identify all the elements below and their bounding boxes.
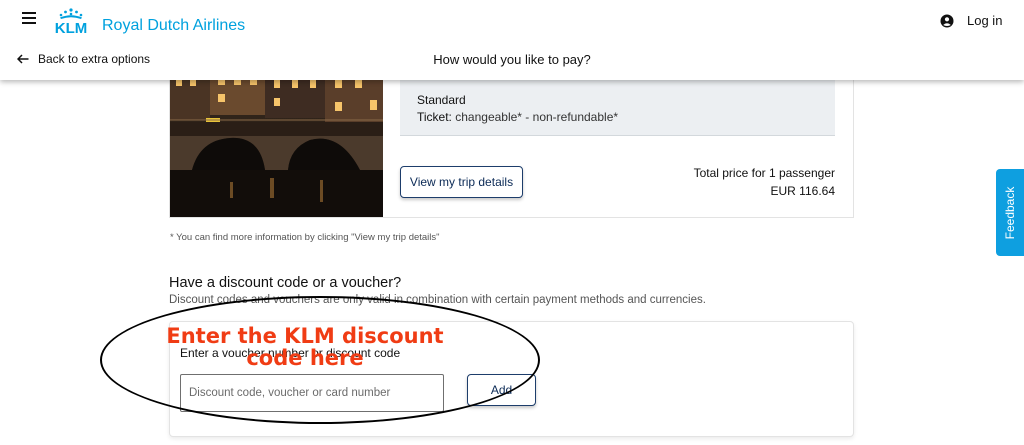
add-discount-button[interactable]: Add <box>467 374 536 406</box>
ticket-value: changeable* - non-refundable* <box>455 110 619 124</box>
account-icon[interactable] <box>940 14 954 28</box>
discount-section-title: Have a discount code or a voucher? <box>169 275 402 291</box>
discount-section-subtitle: Discount codes and vouchers are only val… <box>169 294 706 306</box>
amsterdam-canal-photo <box>170 70 383 217</box>
view-trip-details-button[interactable]: View my trip details <box>400 166 523 198</box>
top-navigation-bar: KLM Royal Dutch Airlines Log in Back to … <box>0 0 1024 80</box>
total-price-label: Total price for 1 passenger <box>693 166 835 180</box>
feedback-tab[interactable]: Feedback <box>996 169 1024 256</box>
discount-code-input[interactable] <box>180 374 444 412</box>
page-title: How would you like to pay? <box>433 52 591 67</box>
ticket-label: Ticket: <box>417 110 452 124</box>
trip-footnote: * You can find more information by click… <box>170 232 440 243</box>
klm-logo[interactable]: KLM <box>47 7 95 35</box>
total-price-value: EUR 116.64 <box>770 184 835 198</box>
ticket-conditions: Ticket: changeable* - non-refundable* <box>417 110 618 124</box>
fare-summary: Standard Ticket: changeable* - non-refun… <box>400 78 835 136</box>
voucher-input-label: Enter a voucher number or discount code <box>180 346 401 360</box>
login-link[interactable]: Log in <box>967 13 1002 28</box>
logo-text: KLM <box>55 20 88 35</box>
feedback-label: Feedback <box>1003 186 1017 239</box>
menu-icon[interactable] <box>22 12 36 26</box>
fare-name: Standard <box>417 93 466 107</box>
brand-name: Royal Dutch Airlines <box>102 17 246 34</box>
